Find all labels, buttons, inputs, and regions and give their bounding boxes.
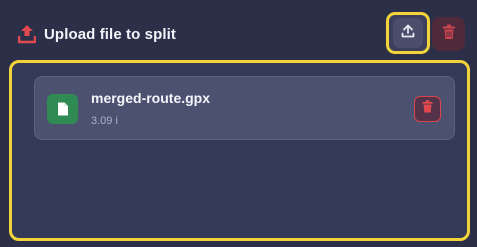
remove-file-button[interactable] <box>414 96 441 122</box>
file-dropzone[interactable]: merged-route.gpx 3.09 i <box>9 60 470 241</box>
trash-icon <box>442 24 456 45</box>
delete-all-button[interactable] <box>432 17 465 51</box>
trash-icon <box>422 100 433 118</box>
file-icon <box>47 94 78 124</box>
upload-icon <box>401 24 415 43</box>
upload-button[interactable] <box>386 12 430 54</box>
panel-title-text: Upload file to split <box>44 25 176 43</box>
panel-title: Upload file to split <box>17 24 176 44</box>
file-size: 3.09 i <box>91 115 118 127</box>
upload-icon <box>17 24 37 44</box>
panel-header: Upload file to split <box>0 0 477 60</box>
file-list-item: merged-route.gpx 3.09 i <box>34 76 455 140</box>
file-name: merged-route.gpx <box>91 90 211 106</box>
